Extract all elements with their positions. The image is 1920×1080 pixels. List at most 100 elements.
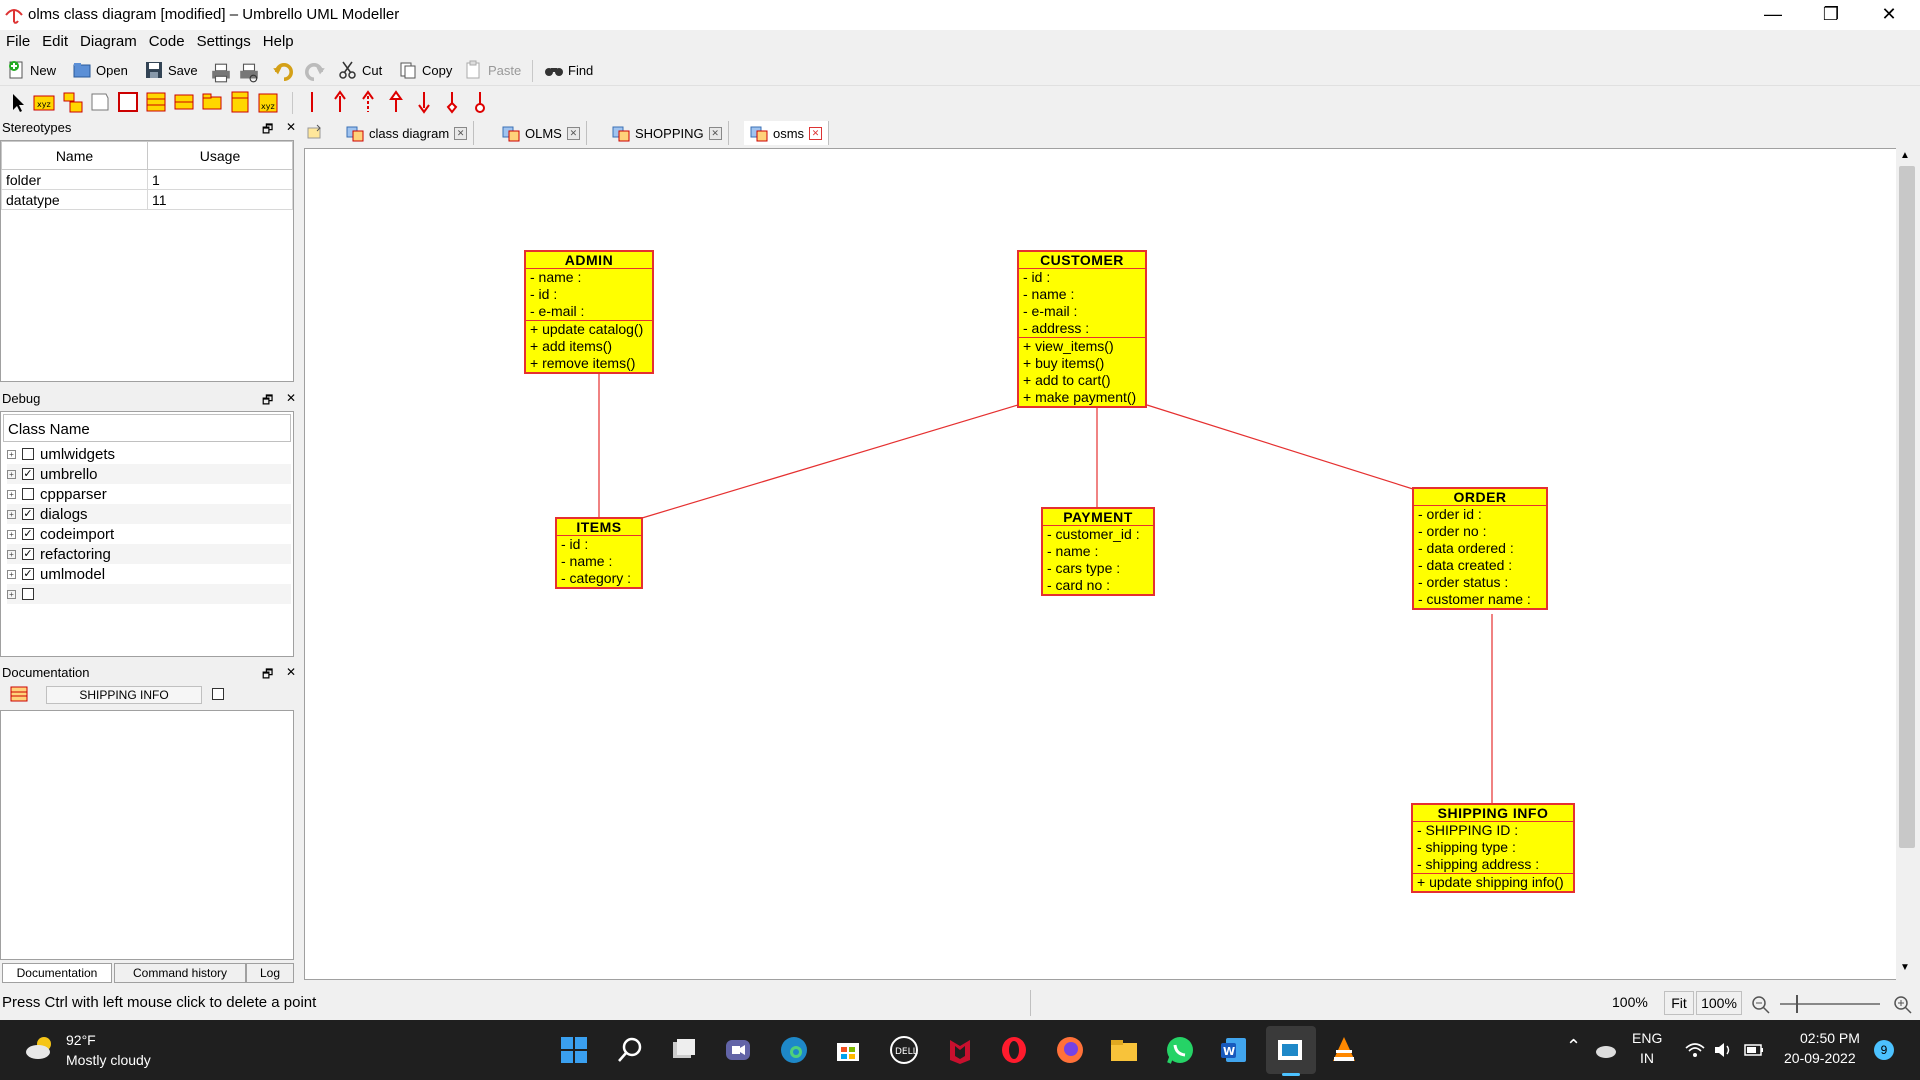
list-item[interactable]: + ✓ umlmodel (7, 564, 291, 584)
notification-badge[interactable]: 9 (1874, 1040, 1894, 1060)
column-header-name[interactable]: Name (1, 141, 148, 170)
close-icon[interactable]: ✕ (286, 665, 296, 686)
zoom-in-icon[interactable] (1892, 994, 1914, 1014)
box-tool-icon[interactable] (116, 90, 140, 114)
vlc-icon[interactable] (1328, 1034, 1360, 1066)
generalization-arrow-icon[interactable] (384, 90, 408, 114)
region-code[interactable]: IN (1640, 1050, 1654, 1066)
float-icon[interactable]: 🗗 (262, 120, 273, 141)
tab-log[interactable]: Log (246, 963, 294, 983)
menu-file[interactable]: File (0, 30, 36, 50)
checkbox[interactable] (22, 588, 34, 600)
clock-time[interactable]: 02:50 PM (1800, 1030, 1860, 1046)
copy-button[interactable]: Copy (398, 58, 452, 82)
association-customer-items[interactable] (641, 404, 1019, 519)
print-preview-icon[interactable] (238, 62, 260, 84)
edge-browser-icon[interactable] (778, 1034, 810, 1066)
dependency-arrow-icon[interactable] (356, 90, 380, 114)
checkbox[interactable]: ✓ (22, 528, 34, 540)
class-tool-icon[interactable]: xyz (32, 90, 56, 114)
list-item[interactable]: + ✓ codeimport (7, 524, 291, 544)
teams-chat-icon[interactable] (722, 1034, 754, 1066)
cut-button[interactable]: Cut (338, 58, 382, 82)
tab-olms[interactable]: OLMS ✕ (496, 121, 587, 145)
whatsapp-icon[interactable] (1164, 1034, 1196, 1066)
new-tab-icon[interactable] (306, 124, 324, 142)
note-tool-icon[interactable] (88, 90, 112, 114)
clock-date[interactable]: 20-09-2022 (1784, 1050, 1856, 1066)
microsoft-store-icon[interactable] (832, 1034, 864, 1066)
cloudy-weather-icon[interactable] (24, 1034, 58, 1062)
documentation-text-area[interactable] (0, 710, 294, 960)
artifact-tool-icon[interactable]: xyz (256, 90, 280, 114)
undo-icon[interactable] (272, 60, 296, 84)
onedrive-icon[interactable] (1594, 1040, 1618, 1060)
interface-tool-icon[interactable] (60, 90, 84, 114)
package-tool-icon[interactable] (200, 90, 224, 114)
wifi-icon[interactable] (1684, 1040, 1706, 1060)
column-header-usage[interactable]: Usage (147, 141, 293, 170)
list-item[interactable]: + ✓ refactoring (7, 544, 291, 564)
firefox-icon[interactable] (1054, 1034, 1086, 1066)
select-arrow-icon[interactable] (6, 90, 30, 114)
battery-icon[interactable] (1742, 1040, 1766, 1060)
checkbox[interactable]: ✓ (22, 568, 34, 580)
debug-class-header[interactable]: Class Name (3, 414, 291, 442)
minimize-button[interactable]: — (1744, 0, 1802, 30)
directed-association-icon[interactable] (328, 90, 352, 114)
file-explorer-icon[interactable] (1108, 1034, 1140, 1066)
checkbox[interactable]: ✓ (22, 508, 34, 520)
table-row[interactable]: folder 1 (1, 169, 293, 190)
down-arrow-icon[interactable] (412, 90, 436, 114)
list-item[interactable]: + cppparser (7, 484, 291, 504)
volume-icon[interactable] (1712, 1040, 1734, 1060)
documentation-checkbox[interactable] (212, 688, 224, 700)
scroll-thumb[interactable] (1899, 166, 1915, 848)
close-tab-icon[interactable]: ✕ (809, 126, 823, 140)
tab-class-diagram[interactable]: class diagram ✕ (340, 121, 475, 145)
containment-arrow-icon[interactable] (468, 90, 492, 114)
fit-button[interactable]: Fit (1664, 991, 1694, 1015)
tab-shopping[interactable]: SHOPPING ✕ (606, 121, 729, 145)
list-item[interactable]: + umlwidgets (7, 444, 291, 464)
uml-class-items[interactable]: ITEMS - id :- name :- category : (555, 517, 643, 589)
tray-overflow-icon[interactable]: ⌃ (1566, 1036, 1581, 1057)
restore-button[interactable]: ❐ (1802, 0, 1860, 30)
list-item[interactable]: + ✓ umbrello (7, 464, 291, 484)
zoom-out-icon[interactable] (1750, 994, 1772, 1014)
uml-class-customer[interactable]: CUSTOMER - id :- name :- e-mail :- addre… (1017, 250, 1147, 408)
menu-settings[interactable]: Settings (191, 30, 257, 50)
windows-start-icon[interactable] (558, 1034, 590, 1066)
close-icon[interactable]: ✕ (286, 120, 296, 141)
table-row[interactable]: datatype 11 (1, 189, 293, 210)
new-button[interactable]: New (6, 58, 56, 82)
datatype-tool-icon[interactable] (172, 90, 196, 114)
scroll-down-icon[interactable]: ▼ (1900, 962, 1910, 973)
checkbox[interactable]: ✓ (22, 548, 34, 560)
enum-tool-icon[interactable] (144, 90, 168, 114)
float-icon[interactable]: 🗗 (262, 665, 273, 686)
aggregation-arrow-icon[interactable] (440, 90, 464, 114)
checkbox[interactable] (22, 448, 34, 460)
close-tab-icon[interactable]: ✕ (454, 126, 468, 140)
uml-class-admin[interactable]: ADMIN - name :- id :- e-mail : + update … (524, 250, 654, 374)
menu-code[interactable]: Code (143, 30, 191, 50)
print-icon[interactable] (210, 62, 232, 84)
word-icon[interactable]: W (1218, 1034, 1250, 1066)
close-button[interactable]: ✕ (1860, 0, 1918, 30)
save-button[interactable]: Save (144, 58, 198, 82)
zoom-reset-button[interactable]: 100% (1696, 991, 1742, 1015)
close-tab-icon[interactable]: ✕ (566, 126, 580, 140)
dell-icon[interactable]: DELL (888, 1034, 920, 1066)
mcafee-icon[interactable] (944, 1034, 976, 1066)
uml-class-payment[interactable]: PAYMENT - customer_id :- name :- cars ty… (1041, 507, 1155, 596)
menu-help[interactable]: Help (257, 30, 300, 50)
redo-icon[interactable] (302, 60, 326, 84)
checkbox[interactable]: ✓ (22, 468, 34, 480)
open-button[interactable]: Open (72, 58, 128, 82)
menu-diagram[interactable]: Diagram (74, 30, 143, 50)
float-icon[interactable]: 🗗 (262, 391, 273, 412)
tab-command-history[interactable]: Command history (114, 963, 246, 983)
umbrello-taskbar-icon[interactable] (1274, 1034, 1306, 1066)
zoom-slider[interactable] (1780, 1003, 1880, 1005)
